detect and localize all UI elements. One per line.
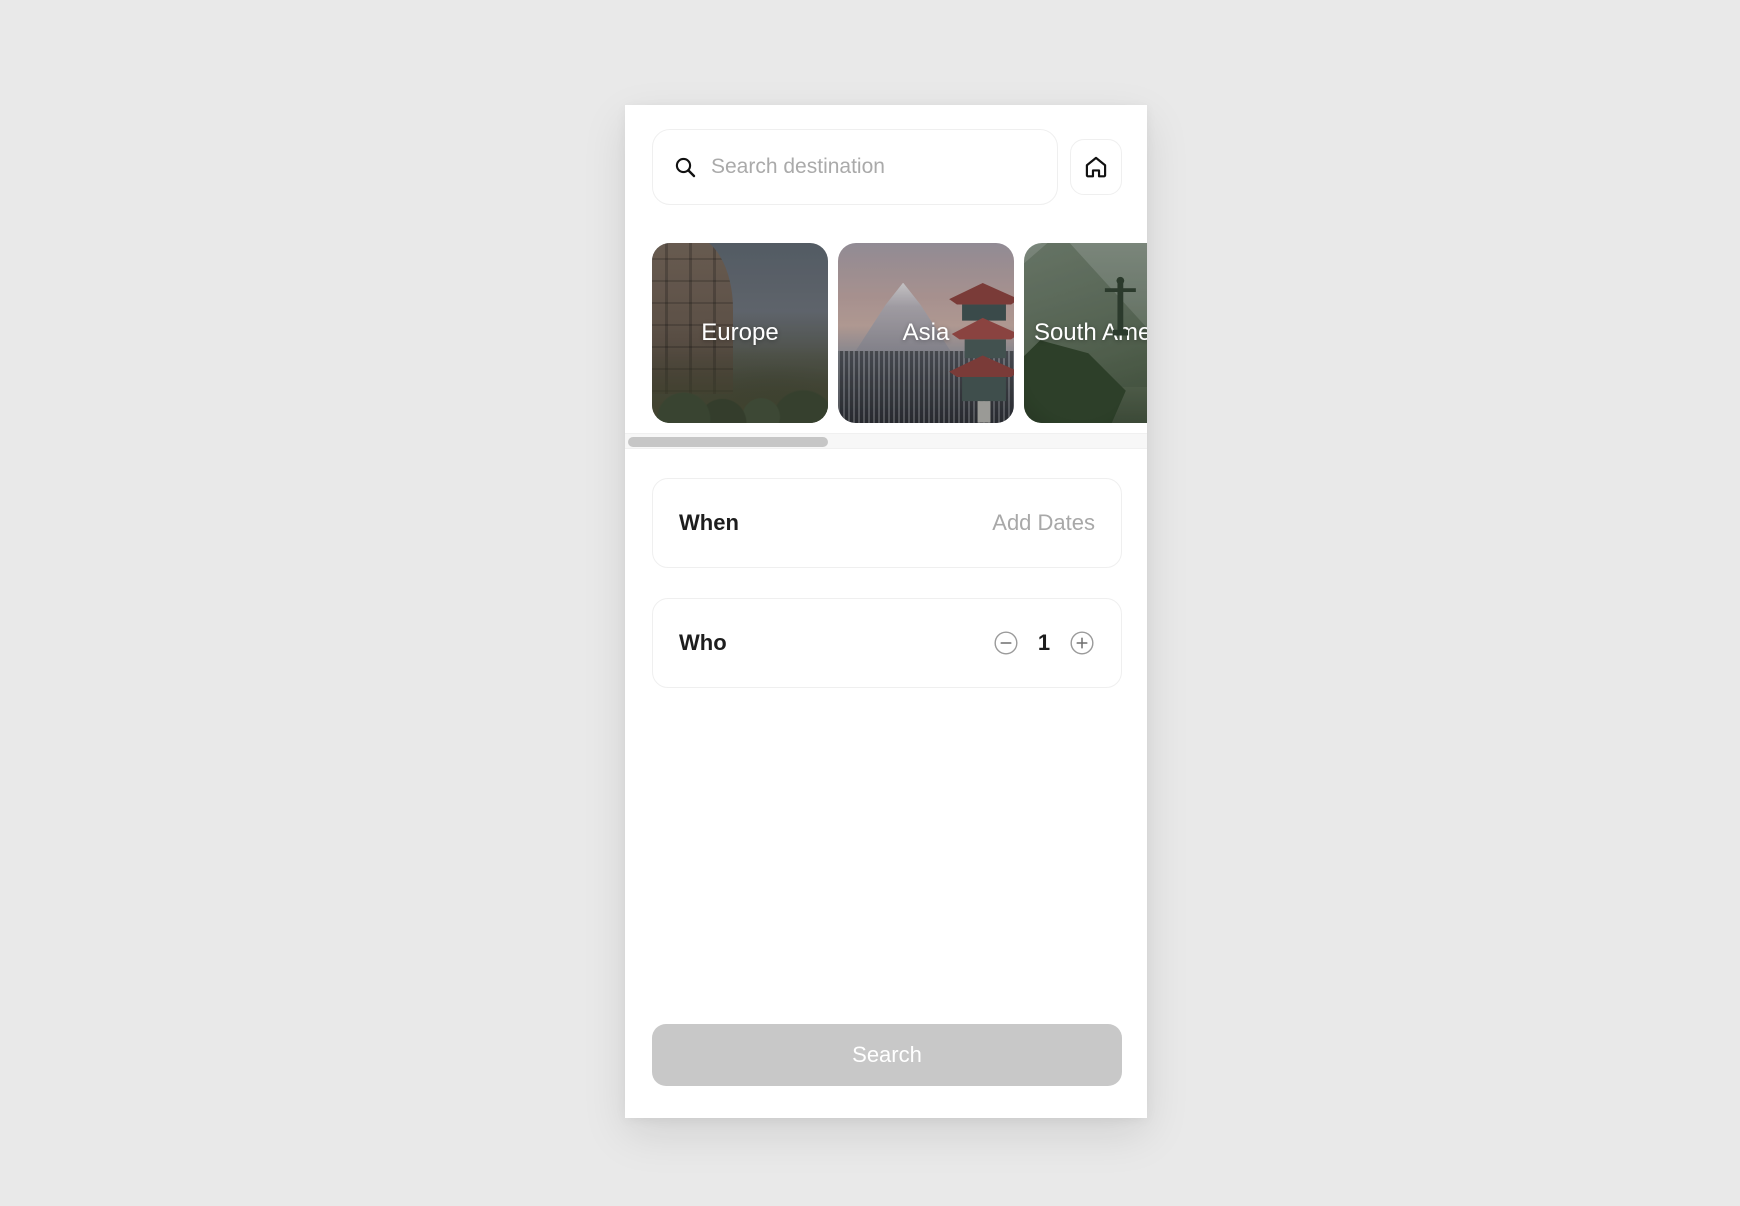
- pagoda-shape: [948, 283, 1014, 423]
- phone-panel: Europe Asia: [625, 105, 1147, 1118]
- who-label: Who: [679, 630, 727, 655]
- destination-label: Europe: [701, 318, 779, 346]
- carousel-scrollbar-thumb[interactable]: [628, 437, 828, 447]
- carousel-scrollbar-track[interactable]: [625, 433, 1147, 449]
- home-icon: [1085, 156, 1107, 178]
- statue-shape: [1105, 277, 1137, 336]
- search-field-container[interactable]: [652, 129, 1058, 205]
- guest-stepper: 1: [993, 630, 1095, 656]
- when-value[interactable]: Add Dates: [992, 510, 1095, 536]
- guest-count: 1: [1037, 630, 1051, 655]
- plus-circle-icon[interactable]: [1069, 630, 1095, 656]
- search-input[interactable]: [711, 130, 1037, 204]
- destination-card-south-america[interactable]: South America: [1024, 243, 1147, 423]
- destination-card-asia[interactable]: Asia: [838, 243, 1014, 423]
- destination-carousel[interactable]: Europe Asia South: [652, 243, 1147, 423]
- home-button[interactable]: [1070, 139, 1122, 195]
- search-submit-button[interactable]: Search: [652, 1024, 1122, 1086]
- destination-card-europe[interactable]: Europe: [652, 243, 828, 423]
- minus-circle-icon[interactable]: [993, 630, 1019, 656]
- when-row[interactable]: When Add Dates: [652, 478, 1122, 568]
- when-label: When: [679, 510, 739, 535]
- search-icon: [675, 157, 696, 178]
- who-row[interactable]: Who 1: [652, 598, 1122, 688]
- search-row: [652, 129, 1122, 205]
